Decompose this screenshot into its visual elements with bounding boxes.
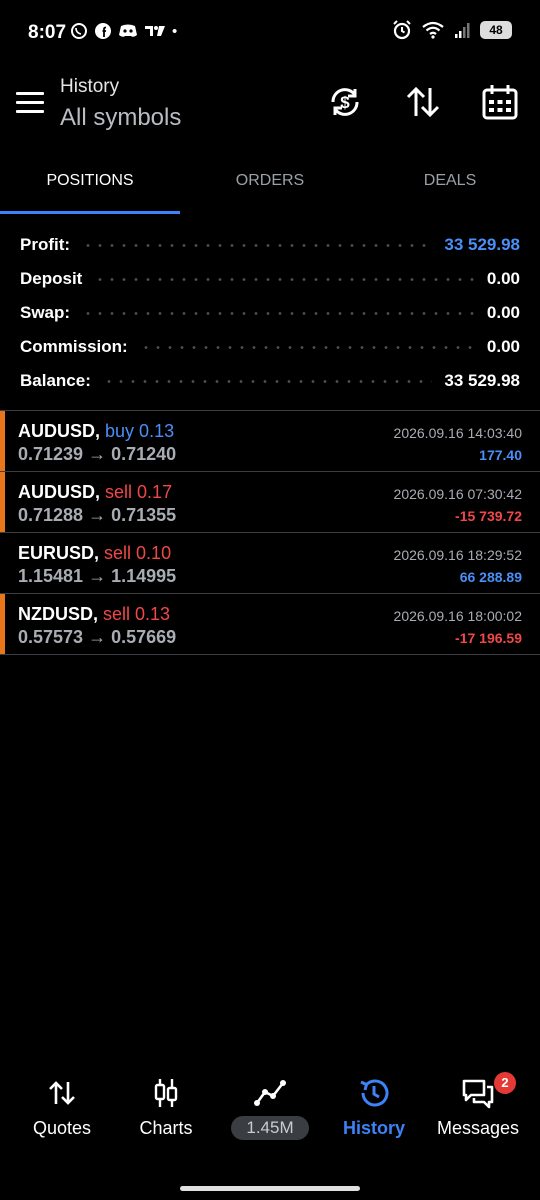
status-bar: 8:07 • 48 bbox=[0, 0, 540, 64]
home-indicator[interactable] bbox=[180, 1186, 360, 1191]
candlestick-chart-icon bbox=[154, 1079, 178, 1107]
nav-messages[interactable]: 2 Messages bbox=[424, 1062, 532, 1152]
more-dot-icon: • bbox=[172, 22, 178, 40]
position-prices: 1.15481 → 1.14995 bbox=[18, 566, 177, 586]
nav-trade[interactable]: 1.45M bbox=[216, 1062, 324, 1152]
position-symbol: EURUSD, bbox=[18, 543, 100, 563]
summary-deposit-row: Deposit 0.00 bbox=[20, 262, 520, 296]
deposit-label: Deposit bbox=[20, 269, 83, 288]
tradingview-icon bbox=[145, 26, 165, 36]
deposit-value: 0.00 bbox=[486, 269, 520, 288]
tab-deals[interactable]: DEALS bbox=[360, 150, 540, 215]
commission-value: 0.00 bbox=[486, 337, 520, 356]
notification-icons: • bbox=[70, 22, 177, 40]
swap-label: Swap: bbox=[20, 303, 71, 322]
position-prices: 0.57573 → 0.57669 bbox=[18, 627, 177, 647]
dotted-leader bbox=[102, 379, 433, 383]
nav-charts-label: Charts bbox=[139, 1118, 193, 1138]
summary-commission-row: Commission: 0.00 bbox=[20, 330, 520, 364]
svg-text:$: $ bbox=[340, 93, 350, 112]
nav-history-label: History bbox=[342, 1118, 405, 1138]
position-row[interactable]: AUDUSD, buy 0.13 0.71239 → 0.71240 2026.… bbox=[0, 411, 540, 471]
swap-value: 0.00 bbox=[486, 303, 520, 322]
tab-orders[interactable]: ORDERS bbox=[180, 150, 360, 215]
position-time: 2026.09.16 18:29:52 bbox=[393, 547, 522, 563]
whatsapp-icon bbox=[71, 23, 87, 39]
position-row[interactable]: EURUSD, sell 0.10 1.15481 → 1.14995 2026… bbox=[0, 533, 540, 593]
nav-charts[interactable]: Charts bbox=[112, 1062, 220, 1152]
app-header: History All symbols $ bbox=[0, 64, 540, 144]
battery-indicator: 48 bbox=[480, 21, 512, 39]
summary-balance-row: Balance: 33 529.98 bbox=[20, 364, 520, 398]
history-tabs: POSITIONS ORDERS DEALS bbox=[0, 150, 540, 215]
dotted-leader bbox=[94, 277, 475, 281]
balance-value: 33 529.98 bbox=[444, 371, 520, 390]
position-prices: 0.71239 → 0.71240 bbox=[18, 444, 177, 464]
position-symbol: AUDUSD, bbox=[18, 421, 101, 441]
wifi-icon bbox=[422, 21, 444, 39]
trade-line-icon bbox=[254, 1080, 286, 1106]
position-time: 2026.09.16 18:00:02 bbox=[393, 608, 522, 624]
nav-quotes[interactable]: Quotes bbox=[8, 1062, 116, 1152]
dotted-leader bbox=[82, 311, 475, 315]
header-subtitle: History bbox=[60, 76, 120, 97]
position-row[interactable]: AUDUSD, sell 0.17 0.71288 → 0.71355 2026… bbox=[0, 472, 540, 532]
position-profit: 66 288.89 bbox=[459, 569, 522, 585]
position-symbol: NZDUSD, bbox=[18, 604, 98, 624]
trade-volume-pill: 1.45M bbox=[231, 1116, 309, 1140]
nav-history[interactable]: History bbox=[320, 1062, 428, 1152]
summary-profit-row: Profit: 33 529.98 bbox=[20, 228, 520, 262]
messages-badge: 2 bbox=[494, 1072, 516, 1094]
facebook-icon bbox=[95, 23, 111, 39]
sort-icon[interactable] bbox=[403, 82, 443, 122]
position-time: 2026.09.16 14:03:40 bbox=[393, 425, 522, 441]
messages-icon bbox=[462, 1079, 494, 1109]
position-side: sell 0.17 bbox=[105, 482, 173, 502]
menu-icon[interactable] bbox=[16, 92, 44, 114]
dotted-leader bbox=[82, 243, 433, 247]
status-time: 8:07 bbox=[28, 22, 67, 43]
position-marker bbox=[0, 472, 5, 532]
signal-icon bbox=[455, 23, 470, 38]
discord-icon bbox=[119, 24, 137, 37]
summary-swap-row: Swap: 0.00 bbox=[20, 296, 520, 330]
tab-positions[interactable]: POSITIONS bbox=[0, 150, 180, 215]
position-profit: -17 196.59 bbox=[455, 630, 522, 646]
status-right: 48 bbox=[392, 20, 512, 40]
position-profit: 177.40 bbox=[479, 447, 522, 463]
position-side: sell 0.10 bbox=[104, 543, 172, 563]
position-symbol: AUDUSD, bbox=[18, 482, 101, 502]
positions-list: AUDUSD, buy 0.13 0.71239 → 0.71240 2026.… bbox=[0, 410, 540, 655]
active-tab-indicator bbox=[0, 211, 180, 214]
divider bbox=[0, 654, 540, 655]
bottom-navigation: Quotes Charts 1.45M History 2 Messages bbox=[0, 1062, 540, 1162]
position-time: 2026.09.16 07:30:42 bbox=[393, 486, 522, 502]
history-summary: Profit: 33 529.98 Deposit 0.00 Swap: 0.0… bbox=[20, 228, 520, 398]
calendar-icon[interactable] bbox=[480, 82, 520, 122]
nav-quotes-label: Quotes bbox=[32, 1118, 92, 1138]
quotes-icon bbox=[49, 1081, 75, 1105]
position-row[interactable]: NZDUSD, sell 0.13 0.57573 → 0.57669 2026… bbox=[0, 594, 540, 654]
position-profit: -15 739.72 bbox=[455, 508, 522, 524]
history-icon bbox=[360, 1079, 389, 1107]
nav-messages-label: Messages bbox=[436, 1118, 520, 1138]
dotted-leader bbox=[139, 345, 475, 349]
currency-refresh-icon[interactable]: $ bbox=[325, 82, 365, 122]
position-marker bbox=[0, 411, 5, 471]
alarm-icon bbox=[393, 20, 411, 40]
position-prices: 0.71288 → 0.71355 bbox=[18, 505, 177, 525]
position-side: sell 0.13 bbox=[103, 604, 171, 624]
profit-label: Profit: bbox=[20, 235, 71, 254]
commission-label: Commission: bbox=[20, 337, 128, 356]
symbol-filter[interactable]: All symbols bbox=[60, 104, 181, 132]
position-marker bbox=[0, 594, 5, 654]
profit-value: 33 529.98 bbox=[444, 235, 520, 254]
balance-label: Balance: bbox=[20, 371, 91, 390]
position-side: buy 0.13 bbox=[105, 421, 175, 441]
